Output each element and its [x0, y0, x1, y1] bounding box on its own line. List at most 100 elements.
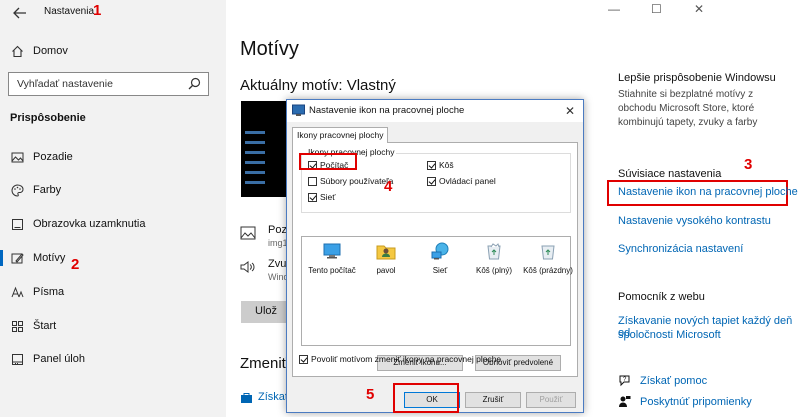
- list-item[interactable]: Sieť: [413, 241, 467, 275]
- checkbox-checked-icon: [427, 176, 436, 186]
- maximize-icon[interactable]: ☐: [651, 2, 662, 16]
- tab-desktop-icons[interactable]: Ikony pracovnej plochy: [292, 127, 389, 143]
- checkbox-control-panel[interactable]: Ovládací panel: [427, 176, 496, 186]
- close-window-icon[interactable]: ✕: [694, 2, 704, 16]
- step-number-3: 3: [744, 156, 753, 173]
- sync-settings-link[interactable]: Synchronizácia nastavení: [618, 243, 743, 255]
- dialog-title: Nastavenie ikon na pracovnej ploche: [309, 105, 465, 116]
- web-help-title: Pomocník z webu: [618, 291, 705, 303]
- checkbox-label: Súbory používateľa: [320, 176, 394, 186]
- sidebar-item-colors[interactable]: Farby: [0, 179, 226, 201]
- step-number-5: 5: [366, 386, 375, 403]
- get-more-themes-link[interactable]: Získať: [258, 391, 289, 403]
- checkbox-label: Ovládací panel: [439, 176, 496, 186]
- change-heading: Zmeniť: [240, 355, 288, 372]
- brush-icon: [10, 251, 24, 265]
- search-placeholder: Vyhľadať nastavenie: [17, 78, 113, 90]
- section-heading: Prispôsobenie: [10, 112, 86, 124]
- feedback-link[interactable]: Poskytnúť pripomienky: [640, 396, 752, 408]
- picture-icon: [240, 226, 256, 240]
- minimize-icon[interactable]: —: [608, 2, 620, 16]
- font-icon: [10, 285, 24, 299]
- recycle-bin-full-icon: [487, 243, 501, 260]
- store-icon: [241, 393, 252, 403]
- icon-label: Tento počítač: [308, 266, 356, 275]
- save-theme-button[interactable]: Ulož: [241, 301, 291, 323]
- page-title: Motívy: [240, 38, 299, 60]
- wallpaper-link[interactable]: spoločnosti Microsoft: [618, 329, 721, 341]
- checkbox-label: Kôš: [439, 160, 454, 170]
- desktop-icon-settings-dialog: Nastavenie ikon na pracovnej ploche ✕ Ik…: [286, 99, 584, 413]
- better-personalization-title: Lepšie prispôsobenie Windowsu: [618, 72, 776, 84]
- list-item[interactable]: pavol: [359, 241, 413, 275]
- highlight-box: [393, 383, 459, 413]
- background-subtitle: img1: [268, 238, 288, 248]
- better-personalization-line: kombinujú tapety, zvuky a farby: [618, 117, 758, 128]
- icon-label: Sieť: [432, 266, 448, 275]
- start-icon: [10, 319, 24, 333]
- sidebar-item-label: Panel úloh: [33, 353, 85, 365]
- taskbar-icon: [10, 352, 24, 366]
- checkbox-label: Sieť: [320, 192, 336, 202]
- picture-icon: [10, 150, 24, 164]
- settings-sidebar: Nastavenia 1 Domov Vyhľadať nastavenie P…: [0, 0, 226, 417]
- dialog-titlebar[interactable]: Nastavenie ikon na pracovnej ploche ✕: [287, 100, 583, 122]
- better-personalization-line: obchodu Microsoft Store, ktoré: [618, 103, 755, 114]
- user-folder-icon: [376, 245, 396, 260]
- home-icon: [10, 44, 24, 58]
- step-number-1: 1: [93, 2, 102, 19]
- get-help-link[interactable]: Získať pomoc: [640, 375, 707, 387]
- search-input[interactable]: Vyhľadať nastavenie: [8, 72, 209, 96]
- step-number-2: 2: [71, 256, 80, 273]
- checkbox-recycle-bin[interactable]: Kôš: [427, 160, 454, 170]
- sidebar-item-label: Pozadie: [33, 151, 73, 163]
- tab-panel: Ikony pracovnej plochy Počítač Súbory po…: [292, 142, 578, 377]
- sidebar-item-home[interactable]: Domov: [0, 40, 226, 62]
- checkbox-user-files[interactable]: Súbory používateľa: [308, 176, 393, 186]
- speaker-icon: [240, 261, 255, 273]
- checkbox-network[interactable]: Sieť: [308, 192, 335, 202]
- back-arrow-icon[interactable]: [12, 5, 28, 21]
- checkbox-label: Povoliť motívom zmeniť ikony na pracovne…: [311, 354, 502, 364]
- computer-icon: [323, 243, 341, 259]
- window-title: Nastavenia: [44, 6, 95, 17]
- help-chat-icon: ?: [619, 375, 630, 387]
- checkbox-allow-themes[interactable]: Povoliť motívom zmeniť ikony na pracovne…: [299, 354, 501, 364]
- sidebar-item-background[interactable]: Pozadie: [0, 146, 226, 168]
- lock-screen-icon: [10, 217, 24, 231]
- cancel-button[interactable]: Zrušiť: [465, 392, 521, 408]
- list-item[interactable]: Kôš (prázdny): [521, 241, 575, 275]
- sidebar-item-label: Štart: [33, 320, 57, 332]
- network-icon: [431, 242, 449, 260]
- sidebar-item-lock-screen[interactable]: Obrazovka uzamknutia: [0, 213, 226, 235]
- icon-label: Kôš (plný): [475, 266, 512, 275]
- list-item[interactable]: Tento počítač: [305, 241, 359, 275]
- close-icon[interactable]: ✕: [565, 104, 575, 118]
- palette-icon: [10, 183, 24, 197]
- high-contrast-link[interactable]: Nastavenie vysokého kontrastu: [618, 215, 771, 227]
- sidebar-item-start[interactable]: Štart: [0, 315, 226, 337]
- checkbox-unchecked-icon: [308, 176, 317, 186]
- related-settings-title: Súvisiace nastavenia: [618, 168, 722, 180]
- sidebar-item-label: Farby: [33, 184, 62, 196]
- current-theme-heading: Aktuálny motív: Vlastný: [240, 77, 396, 94]
- search-icon: [188, 77, 201, 90]
- sidebar-item-fonts[interactable]: Písma: [0, 281, 226, 303]
- list-item[interactable]: Kôš (plný): [467, 241, 521, 275]
- recycle-bin-empty-icon: [541, 245, 555, 260]
- icon-label: pavol: [376, 266, 396, 275]
- desktop-icons-list[interactable]: Tento počítač pavol Sieť Kôš (plný) Kôš …: [301, 236, 573, 346]
- sidebar-item-label: Obrazovka uzamknutia: [33, 218, 146, 230]
- step-number-4: 4: [384, 178, 393, 195]
- checkbox-checked-icon: [427, 160, 436, 170]
- selected-indicator: [0, 250, 3, 266]
- apply-button: Použiť: [526, 392, 576, 408]
- sidebar-item-label: Písma: [33, 286, 65, 298]
- sidebar-item-label: Motívy: [33, 252, 66, 264]
- sidebar-item-taskbar[interactable]: Panel úloh: [0, 348, 226, 370]
- background-title: Poz: [268, 224, 287, 236]
- desktop-icon-settings-link[interactable]: Nastavenie ikon na pracovnej ploche: [618, 186, 798, 198]
- sidebar-item-themes[interactable]: Motívy: [0, 247, 226, 269]
- better-personalization-line: Stiahnite si bezplatné motívy z: [618, 89, 754, 100]
- sidebar-item-label: Domov: [33, 45, 68, 57]
